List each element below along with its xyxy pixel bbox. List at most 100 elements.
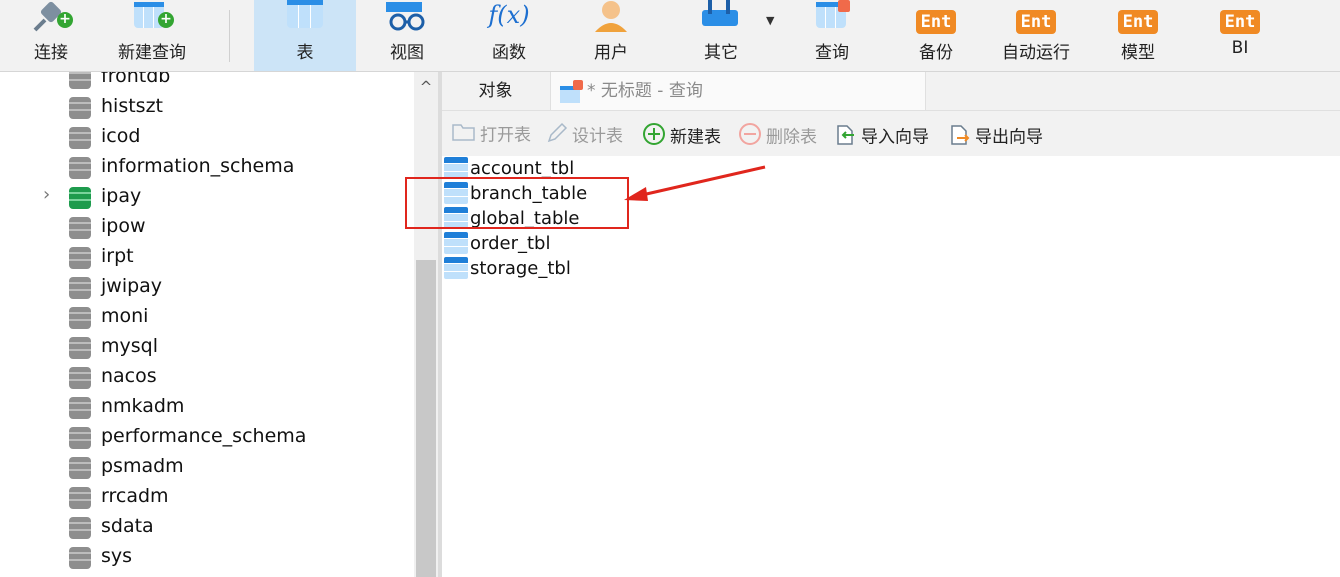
database-icon xyxy=(69,97,91,119)
other-dropdown-arrow-icon[interactable]: ▼ xyxy=(766,14,774,27)
query-label: 查询 xyxy=(815,43,849,63)
new-query-icon: + xyxy=(132,0,174,32)
tree-item-irpt[interactable]: irpt xyxy=(0,242,414,272)
database-name: information_schema xyxy=(101,155,295,177)
bi-ent-icon: Ent xyxy=(1220,10,1260,34)
tab-query-label: * 无标题 - 查询 xyxy=(587,81,703,101)
database-name: nmkadm xyxy=(101,395,185,417)
automation-button[interactable]: Ent 自动运行 xyxy=(992,0,1080,71)
tree-item-ipay[interactable]: › ipay xyxy=(0,182,414,212)
view-button[interactable]: 视图 xyxy=(364,0,450,71)
scrollbar-thumb[interactable] xyxy=(416,260,436,577)
database-icon xyxy=(69,277,91,299)
database-name: mysql xyxy=(101,335,158,357)
connect-button[interactable]: + 连接 xyxy=(8,0,94,71)
ent-badge: Ent xyxy=(1220,10,1260,34)
add-circle-icon xyxy=(642,122,666,153)
design-table-button[interactable]: 设计表 xyxy=(546,122,623,147)
database-icon xyxy=(69,337,91,359)
open-table-button[interactable]: 打开表 xyxy=(452,122,531,146)
main-toolbar: + 连接 + 新建查询 表 视图 f(x) 函数 用户 其它 ▼ 查询 Ent … xyxy=(0,0,1340,72)
tree-item-nmkadm[interactable]: nmkadm xyxy=(0,392,414,422)
tree-item-icod[interactable]: icod xyxy=(0,122,414,152)
fx-text: f(x) xyxy=(488,1,530,29)
tree-item-nacos[interactable]: nacos xyxy=(0,362,414,392)
tree-item-frontdb[interactable]: frontdb xyxy=(0,72,414,92)
database-icon xyxy=(69,457,91,479)
table-button[interactable]: 表 xyxy=(254,0,356,71)
function-fx-icon: f(x) xyxy=(484,0,534,32)
view-label: 视图 xyxy=(390,43,424,63)
delete-table-label: 删除表 xyxy=(766,127,817,148)
tree-item-mysql[interactable]: mysql xyxy=(0,332,414,362)
database-icon xyxy=(69,367,91,389)
backup-button[interactable]: Ent 备份 xyxy=(894,0,978,71)
database-name: moni xyxy=(101,305,149,327)
tree-item-ipow[interactable]: ipow xyxy=(0,212,414,242)
ent-badge: Ent xyxy=(916,10,956,34)
folder-open-icon xyxy=(452,122,476,149)
expand-chevron-icon[interactable]: › xyxy=(43,184,50,205)
tree-item-performance-schema[interactable]: performance_schema xyxy=(0,422,414,452)
database-name: ipow xyxy=(101,215,146,237)
other-button[interactable]: 其它 xyxy=(676,0,766,71)
other-tools-icon xyxy=(698,0,742,32)
query-icon xyxy=(812,0,852,32)
database-icon xyxy=(69,127,91,149)
export-icon xyxy=(949,122,971,153)
database-name: ipay xyxy=(101,185,142,207)
delete-table-button[interactable]: 删除表 xyxy=(738,122,817,148)
function-label: 函数 xyxy=(492,43,526,63)
tree-item-histszt[interactable]: histszt xyxy=(0,92,414,122)
database-name: psmadm xyxy=(101,455,184,477)
database-active-icon xyxy=(69,187,91,209)
tab-untitled-query[interactable]: * 无标题 - 查询 xyxy=(550,72,926,110)
database-icon xyxy=(69,72,91,89)
bi-button[interactable]: Ent BI xyxy=(1198,0,1282,71)
toolbar-divider xyxy=(229,10,230,62)
database-icon xyxy=(69,427,91,449)
function-button[interactable]: f(x) 函数 xyxy=(466,0,552,71)
object-toolbar: 打开表 设计表 新建表 删除表 导入向导 导出向导 xyxy=(442,111,1340,156)
query-button[interactable]: 查询 xyxy=(790,0,874,71)
tree-item-sdata[interactable]: sdata xyxy=(0,512,414,542)
model-button[interactable]: Ent 模型 xyxy=(1096,0,1180,71)
tree-item-moni[interactable]: moni xyxy=(0,302,414,332)
database-name: jwipay xyxy=(101,275,163,297)
database-icon xyxy=(69,307,91,329)
tree-item-rrcadm[interactable]: rrcadm xyxy=(0,482,414,512)
database-icon xyxy=(69,157,91,179)
export-wizard-button[interactable]: 导出向导 xyxy=(949,122,1043,148)
highlight-box xyxy=(405,177,629,229)
automation-ent-icon: Ent xyxy=(1016,10,1056,34)
ent-badge: Ent xyxy=(1016,10,1056,34)
user-button[interactable]: 用户 xyxy=(568,0,654,71)
tree-item-information-schema[interactable]: information_schema xyxy=(0,152,414,182)
new-query-label: 新建查询 xyxy=(118,43,186,63)
tree-item-jwipay[interactable]: jwipay xyxy=(0,272,414,302)
view-glasses-icon xyxy=(384,0,430,32)
model-ent-icon: Ent xyxy=(1118,10,1158,34)
remove-circle-icon xyxy=(738,122,762,153)
tree-item-psmadm[interactable]: psmadm xyxy=(0,452,414,482)
tab-objects[interactable]: 对象 xyxy=(442,72,549,110)
tab-objects-label: 对象 xyxy=(478,81,513,101)
database-name: sys xyxy=(101,545,133,567)
database-tree: frontdb histszt icod information_schema … xyxy=(0,72,414,577)
scroll-up-arrow-icon[interactable]: ^ xyxy=(414,72,438,102)
import-wizard-label: 导入向导 xyxy=(861,127,929,148)
connect-label: 连接 xyxy=(34,43,68,63)
new-table-button[interactable]: 新建表 xyxy=(642,122,721,148)
new-query-button[interactable]: + 新建查询 xyxy=(108,0,196,71)
database-name: nacos xyxy=(101,365,157,387)
tree-item-sys[interactable]: sys xyxy=(0,542,414,572)
table-icon xyxy=(444,257,468,279)
open-table-label: 打开表 xyxy=(480,125,531,146)
table-icon xyxy=(285,0,325,30)
database-icon xyxy=(69,487,91,509)
bi-label: BI xyxy=(1231,38,1249,58)
tree-scrollbar[interactable]: ^ xyxy=(414,72,438,577)
backup-ent-icon: Ent xyxy=(916,10,956,34)
import-wizard-button[interactable]: 导入向导 xyxy=(835,122,929,148)
database-name: frontdb xyxy=(101,72,171,87)
